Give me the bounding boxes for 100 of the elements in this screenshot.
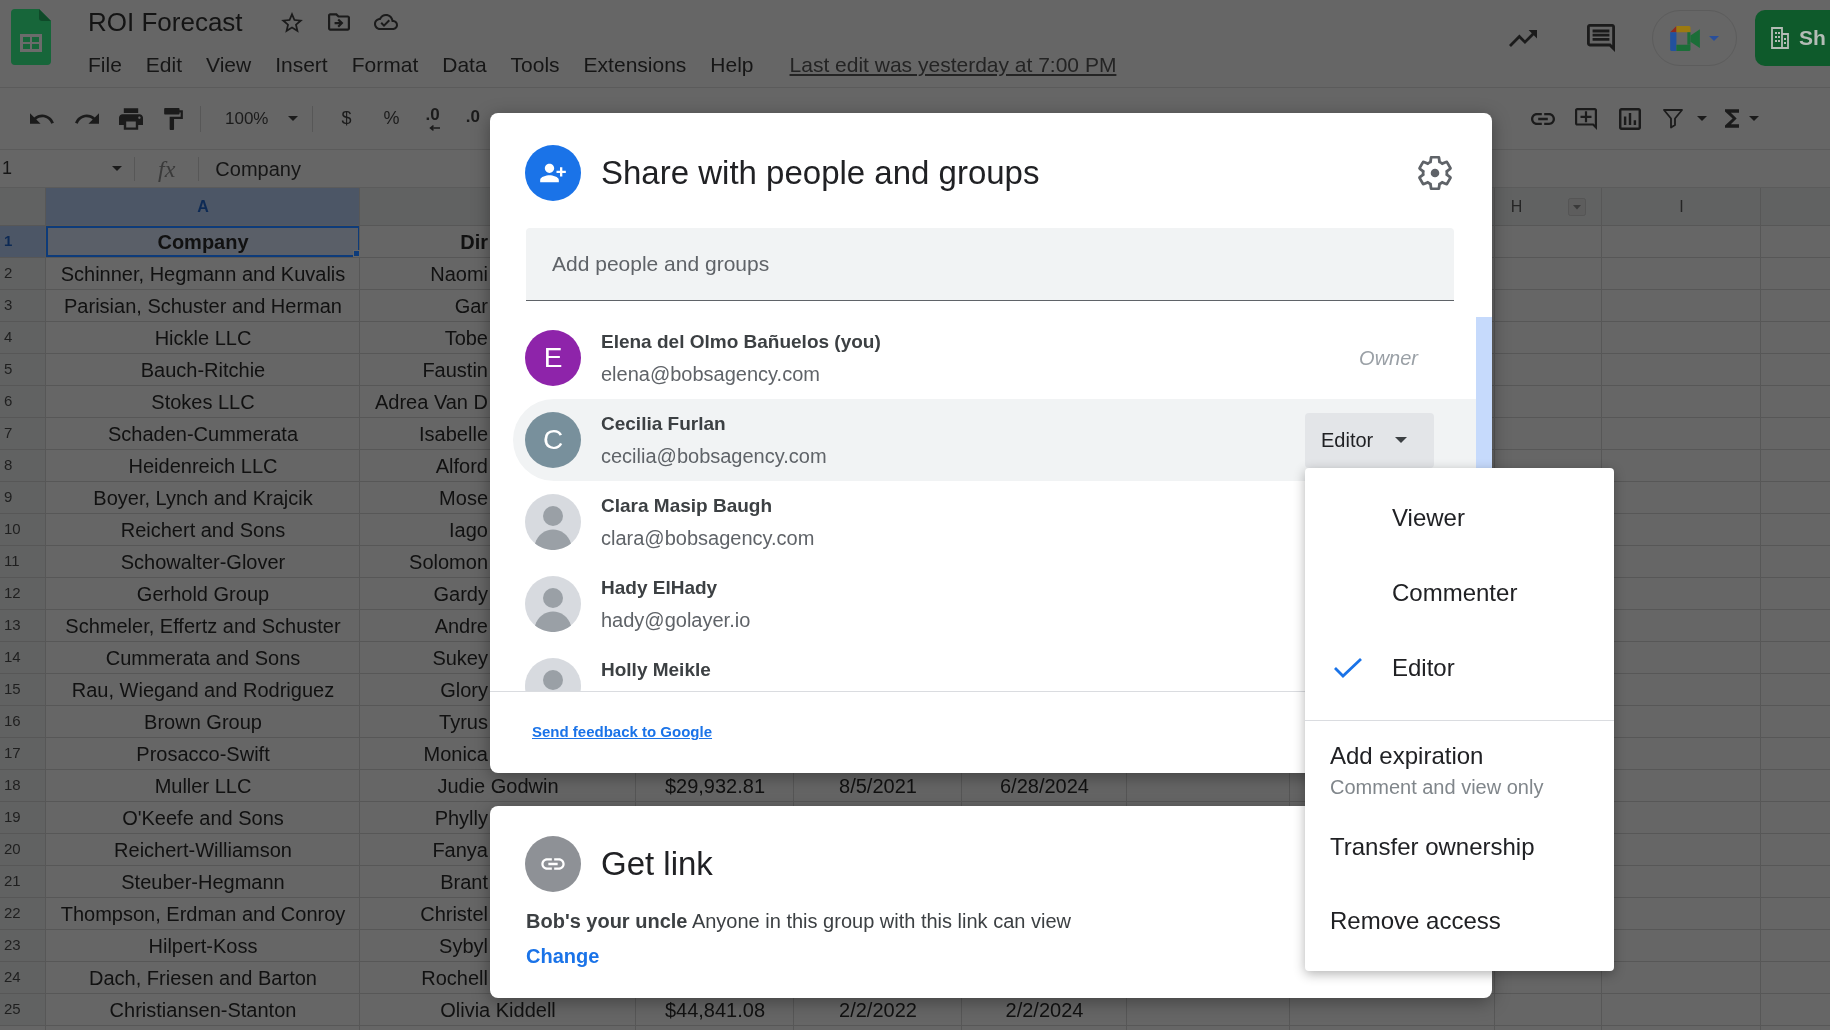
paint-roller-icon[interactable] bbox=[164, 107, 183, 130]
increase-decimal-button[interactable]: .0 bbox=[465, 109, 480, 125]
menu-item[interactable]: Insert bbox=[275, 52, 328, 78]
menu-item[interactable]: Edit bbox=[145, 52, 183, 78]
row-number[interactable]: 19 bbox=[0, 802, 46, 833]
row-number[interactable]: 12 bbox=[0, 578, 46, 609]
row-number[interactable]: 11 bbox=[0, 546, 46, 577]
undo-icon[interactable] bbox=[30, 113, 54, 124]
person-email: elena@bobsagency.com bbox=[601, 362, 821, 386]
menu-item-hint: Comment and view only bbox=[1330, 775, 1544, 799]
row-number[interactable]: 2 bbox=[0, 258, 46, 289]
change-link[interactable]: Change bbox=[526, 944, 600, 968]
role-dropdown[interactable]: Editor bbox=[1305, 412, 1434, 468]
avatar: E bbox=[525, 330, 581, 386]
menu-item[interactable]: Transfer ownership bbox=[1305, 813, 1614, 881]
menu-item[interactable]: Remove access bbox=[1305, 887, 1614, 955]
menu-item[interactable]: Format bbox=[351, 52, 419, 78]
avatar: C bbox=[525, 412, 581, 468]
row-number[interactable]: 22 bbox=[0, 898, 46, 929]
currency-format-button[interactable]: $ bbox=[341, 105, 352, 132]
cell-text: Tyrus bbox=[439, 710, 488, 733]
row-number[interactable]: 3 bbox=[0, 290, 46, 321]
menu-item[interactable]: Viewer bbox=[1305, 480, 1614, 555]
fill-handle[interactable] bbox=[353, 250, 360, 257]
menu-item[interactable]: Commenter bbox=[1305, 555, 1614, 630]
person-avatar-icon bbox=[525, 576, 581, 632]
row-number[interactable]: 21 bbox=[0, 866, 46, 897]
cell-text: Steuber-Hegmann bbox=[121, 870, 285, 893]
building-icon bbox=[1771, 27, 1789, 49]
trend-line-icon[interactable] bbox=[1509, 29, 1537, 47]
menu-item[interactable]: Help bbox=[710, 52, 754, 78]
menu-item[interactable]: View bbox=[206, 52, 252, 78]
row-number[interactable]: 8 bbox=[0, 450, 46, 481]
person-avatar-icon bbox=[525, 494, 581, 550]
cell-text: Stokes LLC bbox=[151, 390, 255, 413]
feedback-link[interactable]: Send feedback to Google bbox=[532, 721, 713, 744]
redo-icon[interactable] bbox=[75, 113, 99, 124]
row-number[interactable]: 25 bbox=[0, 994, 46, 1025]
row-number[interactable]: 16 bbox=[0, 706, 46, 737]
row-number[interactable]: 23 bbox=[0, 930, 46, 961]
menu-item[interactable]: Tools bbox=[510, 52, 560, 78]
caret-icon[interactable] bbox=[1395, 437, 1408, 443]
row-number[interactable]: 24 bbox=[0, 962, 46, 993]
formula-input[interactable]: Company bbox=[215, 156, 481, 181]
cell-text: Monica bbox=[423, 742, 488, 765]
cell-text: Christel bbox=[420, 902, 488, 925]
link-icon[interactable] bbox=[1531, 112, 1555, 125]
cell-text: Naomi bbox=[430, 262, 488, 285]
add-comment-icon[interactable] bbox=[1575, 107, 1597, 130]
star-icon[interactable] bbox=[280, 11, 303, 33]
person-row[interactable]: C Cecilia Furlan cecilia@bobsagency.com Editor bbox=[513, 399, 1476, 481]
menu-item[interactable]: Editor bbox=[1305, 630, 1614, 705]
column-header[interactable]: I bbox=[1602, 188, 1761, 225]
cell-text: Solomon bbox=[409, 550, 488, 573]
filter-dropdown-icon[interactable] bbox=[1568, 197, 1587, 216]
filter-icon[interactable] bbox=[1663, 108, 1683, 129]
menu-item[interactable]: Data bbox=[442, 52, 487, 78]
decrease-decimal-button[interactable]: .0 bbox=[425, 106, 440, 131]
folder-arrow-icon[interactable] bbox=[327, 13, 350, 31]
active-cell[interactable]: Company bbox=[46, 226, 360, 257]
cell-text: Reichert-Williamson bbox=[114, 838, 292, 861]
print-icon[interactable] bbox=[119, 107, 143, 130]
row-number[interactable]: 6 bbox=[0, 386, 46, 417]
cell-text: Parisian, Schuster and Herman bbox=[64, 294, 342, 317]
row-number[interactable]: 4 bbox=[0, 322, 46, 353]
video-camera-icon[interactable] bbox=[1670, 25, 1700, 51]
settings-icon[interactable] bbox=[1418, 156, 1452, 190]
document-title[interactable]: ROI Forecast bbox=[88, 6, 243, 38]
percent-format-button[interactable]: % bbox=[383, 105, 400, 132]
row-number[interactable]: 5 bbox=[0, 354, 46, 385]
sigma-icon[interactable] bbox=[1725, 109, 1739, 128]
bar-chart-icon[interactable] bbox=[1619, 107, 1641, 130]
last-edit-link[interactable]: Last edit was yesterday at 7:00 PM bbox=[789, 52, 1117, 78]
column-header[interactable]: H bbox=[1495, 188, 1602, 225]
menu-item[interactable]: Add expiration Comment and view only bbox=[1305, 721, 1614, 807]
row-number[interactable]: 7 bbox=[0, 418, 46, 449]
row-number[interactable]: 20 bbox=[0, 834, 46, 865]
cell-text: 2/2/2024 bbox=[1005, 998, 1084, 1021]
add-people-field[interactable]: Add people and groups bbox=[526, 228, 1454, 301]
row-number[interactable]: 17 bbox=[0, 738, 46, 769]
cell-reference[interactable]: 1 bbox=[2, 155, 12, 182]
row-number[interactable]: 18 bbox=[0, 770, 46, 801]
comment-icon[interactable] bbox=[1587, 24, 1615, 52]
row-number[interactable]: 13 bbox=[0, 610, 46, 641]
row-number[interactable]: 15 bbox=[0, 674, 46, 705]
menu-item[interactable]: Extensions bbox=[583, 52, 687, 78]
cell-text: Alford bbox=[435, 454, 488, 477]
row-number[interactable]: 10 bbox=[0, 514, 46, 545]
menu-item[interactable]: File bbox=[88, 52, 122, 78]
spreadsheet-logo-icon[interactable] bbox=[11, 9, 51, 65]
row-number[interactable]: 1 bbox=[0, 226, 46, 257]
share-button[interactable]: Sh bbox=[1755, 10, 1830, 66]
cloud-check-icon[interactable] bbox=[373, 14, 398, 30]
column-header[interactable]: A bbox=[46, 188, 360, 225]
cell-text: Faustin bbox=[422, 358, 488, 381]
row-number[interactable]: 14 bbox=[0, 642, 46, 673]
zoom-dropdown[interactable]: 100% bbox=[225, 105, 299, 132]
cell-text: Muller LLC bbox=[154, 774, 252, 797]
scrollbar-thumb[interactable] bbox=[1476, 317, 1492, 468]
row-number[interactable]: 9 bbox=[0, 482, 46, 513]
